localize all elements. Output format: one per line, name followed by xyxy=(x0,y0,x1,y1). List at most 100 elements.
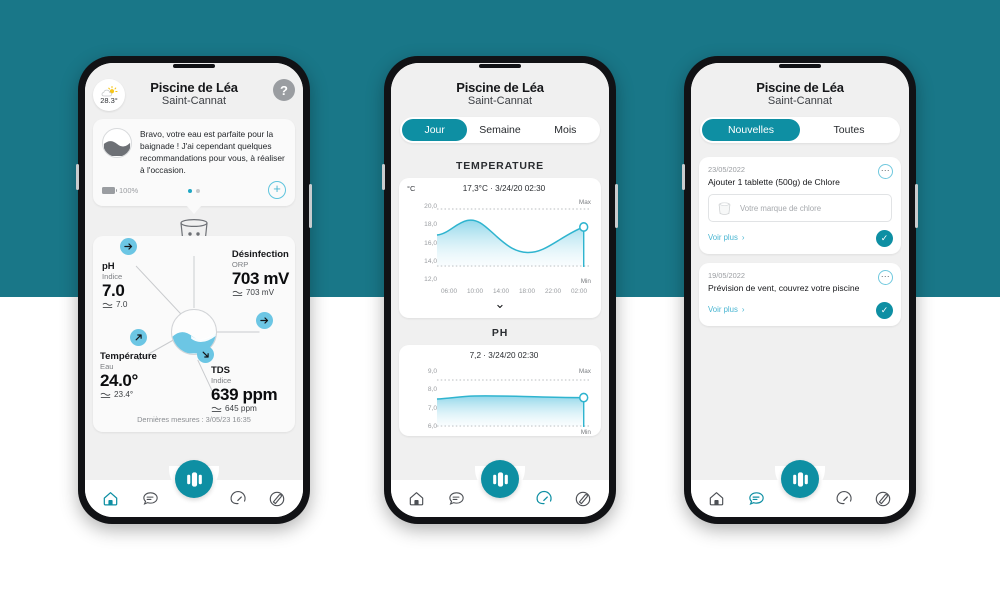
nav-analysis[interactable] xyxy=(264,486,290,512)
see-more-label: Voir plus xyxy=(708,233,738,243)
metric-value: 703 mV xyxy=(231,269,290,289)
nav-home[interactable] xyxy=(404,486,430,512)
phone1-notch xyxy=(173,64,215,68)
nav-home[interactable] xyxy=(704,486,730,512)
tab-jour[interactable]: Jour xyxy=(402,119,468,141)
tab-nouvelles[interactable]: Nouvelles xyxy=(702,119,800,141)
metric-value: 24.0° xyxy=(100,371,138,391)
metric-ph[interactable]: pH Indice 7.0 7.0 xyxy=(102,237,137,310)
more-options-icon[interactable]: ⋯ xyxy=(878,164,893,179)
y-tick: 8,0 xyxy=(427,386,437,394)
carousel-dots[interactable] xyxy=(188,188,200,193)
max-label: Max xyxy=(578,199,591,206)
gauge-icon xyxy=(536,490,552,504)
test-strip-icon xyxy=(875,491,891,506)
notification-footer: Voir plus › xyxy=(708,229,892,246)
expand-chevron[interactable]: ⌄ xyxy=(405,295,595,316)
nav-messages[interactable] xyxy=(743,486,769,512)
nav-analysis[interactable] xyxy=(870,486,896,512)
nav-gauge[interactable] xyxy=(531,486,557,512)
phone1-header: 28.3° Piscine de Léa Saint-Cannat ? xyxy=(85,63,303,113)
phone2-content: TEMPERATURE °C 17,3°C · 3/24/20 02:30 20… xyxy=(391,151,609,479)
see-more-link[interactable]: Voir plus › xyxy=(708,305,745,314)
notification-date: 19/05/2022 xyxy=(708,271,745,281)
tab-semaine[interactable]: Semaine xyxy=(467,119,532,141)
weather-widget[interactable]: 28.3° xyxy=(93,79,125,111)
y-tick: 6,0 xyxy=(427,422,437,430)
battery-full-icon xyxy=(102,187,117,195)
device-fab-button[interactable] xyxy=(175,460,213,498)
device-capsule-icon xyxy=(186,471,202,487)
nav-home[interactable] xyxy=(98,486,124,512)
battery-status: 100% xyxy=(102,186,138,195)
nav-gauge[interactable] xyxy=(831,486,857,512)
x-tick: 10:00 xyxy=(467,288,483,295)
previous-value-icon xyxy=(232,290,243,296)
nav-messages[interactable] xyxy=(443,486,469,512)
chart-y-axis-temperature: 20,0 18,0 16,0 14,0 12,0 xyxy=(407,195,437,287)
page-title: Piscine de Léa xyxy=(456,80,544,95)
carousel-dot[interactable] xyxy=(196,188,200,193)
device-fab-button[interactable] xyxy=(481,460,519,498)
chart-plot-temperature[interactable]: 20,0 18,0 16,0 14,0 12,0 Max Min xyxy=(405,195,595,287)
period-tabs: Jour Semaine Mois xyxy=(391,113,609,151)
x-tick: 18:00 xyxy=(519,288,535,295)
nav-analysis[interactable] xyxy=(570,486,596,512)
ph-current-marker xyxy=(579,392,589,403)
metric-temperature[interactable]: Température Eau 24.0° 23.4° xyxy=(100,328,157,400)
x-tick: 02:00 xyxy=(571,288,587,295)
page-subtitle: Saint-Cannat xyxy=(467,95,533,107)
list-item[interactable]: 19/05/2022 ⋯ Prévision de vent, couvrez … xyxy=(699,263,901,327)
phone3-screen: Piscine de Léa Saint-Cannat Nouvelles To… xyxy=(691,63,909,517)
phone1-bottom-nav xyxy=(85,460,303,517)
avatar xyxy=(102,128,132,158)
phone-charts: Piscine de Léa Saint-Cannat Jour Semaine… xyxy=(382,56,618,524)
phone3-notch xyxy=(779,64,821,68)
notification-list: 23/05/2022 ⋯ Ajouter 1 tablette (500g) d… xyxy=(691,151,909,327)
metric-value: 639 ppm xyxy=(211,385,278,405)
battery-level-label: 100% xyxy=(119,186,139,196)
metric-value: 7.0 xyxy=(102,281,125,301)
y-tick: 9,0 xyxy=(427,368,437,375)
device-capsule-icon xyxy=(492,471,508,487)
notification-title: Prévision de vent, couvrez votre piscine xyxy=(708,283,860,294)
previous-value-icon xyxy=(100,392,111,398)
advice-footer: 100% + xyxy=(102,180,286,200)
see-more-link[interactable]: Voir plus › xyxy=(708,233,745,242)
nav-gauge[interactable] xyxy=(225,486,251,512)
notification-date: 23/05/2022 xyxy=(708,165,745,174)
chart-title-temperature: TEMPERATURE xyxy=(456,160,544,172)
add-button[interactable]: + xyxy=(268,180,286,199)
tab-toutes[interactable]: Toutes xyxy=(800,119,898,141)
phone2-bottom-nav xyxy=(391,460,609,517)
home-icon xyxy=(410,492,424,506)
see-more-label: Voir plus xyxy=(708,305,738,315)
last-measure-label: Dernières mesures : 3/05/23 16:35 xyxy=(137,414,251,424)
nav-messages[interactable] xyxy=(137,486,163,512)
phone-notifications: Piscine de Léa Saint-Cannat Nouvelles To… xyxy=(682,56,918,524)
list-item[interactable]: 23/05/2022 ⋯ Ajouter 1 tablette (500g) d… xyxy=(699,157,901,255)
gauge-icon xyxy=(836,490,852,504)
metric-disinfection[interactable]: Désinfection ORP 703 mV 703 mV xyxy=(231,248,290,329)
metric-previous: 645 ppm xyxy=(211,404,277,414)
metric-name: Désinfection xyxy=(231,248,289,260)
water-wave-avatar-icon xyxy=(103,141,131,156)
chart-plot-ph[interactable]: 9,0 8,0 7,0 6,0 Max Min xyxy=(405,362,595,436)
chart-caption: 17,3°C · 3/24/20 02:30 xyxy=(462,184,546,193)
poster-canvas: 28.3° Piscine de Léa Saint-Cannat ? Brav… xyxy=(0,0,1000,600)
page-title: Piscine de Léa xyxy=(756,80,844,95)
product-selector[interactable]: Votre marque de chlore xyxy=(708,194,892,223)
carousel-dot[interactable] xyxy=(188,188,192,193)
metric-tds[interactable]: TDS Indice 639 ppm 645 ppm xyxy=(197,345,278,414)
chart-header-ph: 7,2 · 3/24/20 02:30 xyxy=(405,351,595,362)
device-fab-button[interactable] xyxy=(781,460,819,498)
gauge-icon xyxy=(230,490,246,504)
help-button[interactable]: ? xyxy=(273,79,295,101)
phone1-content: Bravo, votre eau est parfaite pour la ba… xyxy=(85,113,303,479)
chart-card-temperature: °C 17,3°C · 3/24/20 02:30 20,0 18,0 16,0… xyxy=(399,178,601,318)
phone2-header: Piscine de Léa Saint-Cannat xyxy=(391,63,609,113)
chlorine-bucket-icon xyxy=(718,202,731,215)
test-strip-icon xyxy=(575,491,591,506)
chat-bubble-icon xyxy=(143,492,158,505)
tab-mois[interactable]: Mois xyxy=(533,119,598,141)
